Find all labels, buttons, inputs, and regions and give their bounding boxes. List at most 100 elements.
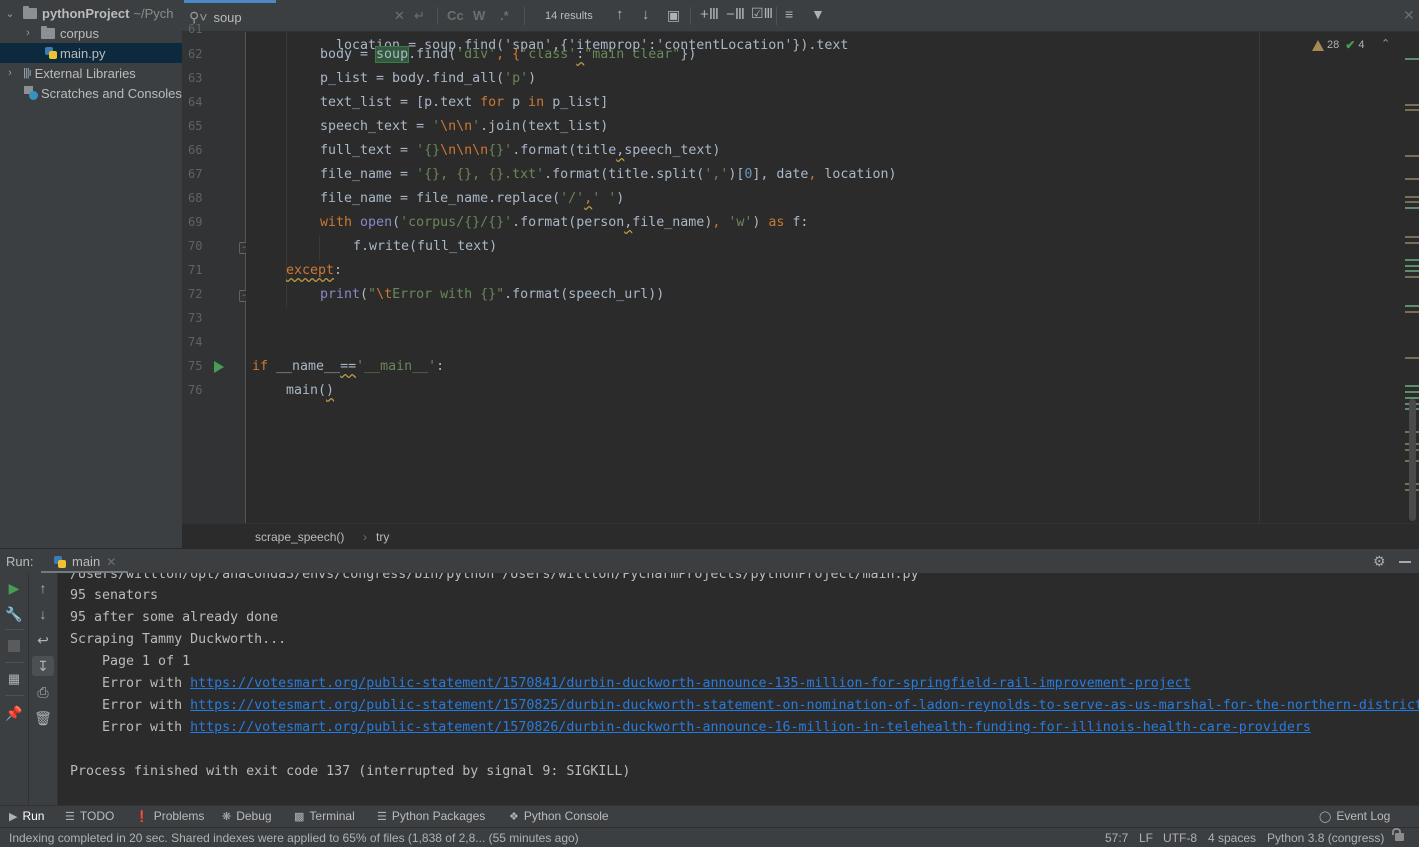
stripe-mark[interactable]: [1405, 311, 1419, 313]
vertical-scrollbar-thumb[interactable]: [1409, 399, 1416, 521]
separator: [437, 7, 438, 25]
error-url-link[interactable]: https://votesmart.org/public-statement/1…: [190, 720, 1311, 735]
stripe-mark[interactable]: [1405, 385, 1419, 387]
tree-item-external-libraries[interactable]: › |||ı External Libraries: [0, 63, 182, 83]
tool-tab-debug[interactable]: ❋ Debug: [222, 809, 272, 823]
active-tab-indicator: [184, 0, 276, 3]
filter-popup-icon[interactable]: ▣: [667, 7, 680, 24]
stripe-mark[interactable]: [1405, 305, 1419, 307]
filter-icon[interactable]: ▼: [811, 6, 825, 22]
stripe-mark[interactable]: [1405, 196, 1419, 198]
run-gutter-icon[interactable]: [214, 361, 224, 373]
layout-icon[interactable]: ▦: [3, 669, 25, 689]
stripe-mark[interactable]: [1405, 357, 1419, 359]
lock-icon[interactable]: [1392, 828, 1404, 841]
rerun-icon[interactable]: ▶: [3, 578, 25, 598]
previous-occurrence-icon[interactable]: ↑: [616, 6, 624, 23]
search-input[interactable]: [213, 9, 394, 25]
wrench-icon[interactable]: 🔧: [3, 604, 25, 624]
gear-icon[interactable]: ⚙: [1373, 553, 1386, 570]
line-number: 72: [188, 287, 203, 301]
console-error-line: Error with https://votesmart.org/public-…: [70, 676, 1191, 691]
stripe-mark[interactable]: [1405, 276, 1419, 278]
code-line-64: text_list = [p.text for p in p_list]: [320, 95, 609, 110]
tree-item-corpus[interactable]: › corpus: [0, 23, 182, 43]
clear-search-icon[interactable]: ✕: [394, 8, 405, 24]
scroll-to-end-icon[interactable]: ↧: [32, 656, 54, 676]
tree-item-main-py[interactable]: main.py: [0, 43, 182, 63]
run-console-output[interactable]: /Users/wiltton/opt/anaconda3/envs/congre…: [58, 573, 1419, 805]
tool-tab-python-packages[interactable]: ☰ Python Packages: [377, 809, 485, 823]
tool-tab-problems[interactable]: ❗ Problems: [135, 809, 204, 823]
tool-tab-python-console[interactable]: ❖ Python Console: [509, 809, 609, 823]
stripe-mark[interactable]: [1405, 265, 1419, 267]
add-selection-icon[interactable]: +Ⅲ: [700, 5, 719, 23]
error-url-link[interactable]: https://votesmart.org/public-statement/1…: [190, 676, 1191, 691]
stripe-mark[interactable]: [1405, 270, 1419, 272]
scroll-up-icon[interactable]: ↑: [32, 578, 54, 598]
separator: [776, 7, 777, 25]
project-tool-window: ⌄ pythonProject ~/Pych › corpus main.py …: [0, 0, 182, 548]
file-encoding[interactable]: UTF-8: [1163, 831, 1197, 845]
line-number: 70: [188, 239, 203, 253]
regex-toggle[interactable]: .*: [500, 8, 509, 23]
new-line-icon[interactable]: ↵: [414, 8, 425, 24]
chevron-right-icon[interactable]: ›: [21, 27, 35, 39]
remove-selection-icon[interactable]: −Ⅲ: [726, 5, 745, 23]
pin-icon[interactable]: 📌: [3, 703, 25, 723]
error-url-link[interactable]: https://votesmart.org/public-statement/1…: [190, 698, 1419, 713]
stripe-mark[interactable]: [1405, 58, 1419, 60]
line-separator[interactable]: LF: [1139, 831, 1153, 845]
stripe-mark[interactable]: [1405, 201, 1419, 203]
breadcrumb-item[interactable]: try: [376, 530, 389, 544]
tool-tab-todo[interactable]: ☰ TODO: [65, 809, 114, 823]
inspection-widget[interactable]: 28 ✔ 4: [1312, 38, 1364, 52]
tool-tab-run[interactable]: ▶ Run: [9, 809, 44, 823]
close-tab-icon[interactable]: ✕: [106, 555, 116, 569]
trash-icon[interactable]: 🗑: [32, 708, 54, 728]
indent-setting[interactable]: 4 spaces: [1208, 831, 1256, 845]
in-selection-icon[interactable]: ≡: [785, 6, 793, 22]
print-icon[interactable]: ⎙: [32, 682, 54, 702]
tool-window-bar: ▶ Run ☰ TODO ❗ Problems ❋ Debug ▩ Terminal ☰ P…: [0, 805, 1419, 827]
status-message[interactable]: Indexing completed in 20 sec. Shared ind…: [9, 831, 579, 845]
line-number: 76: [188, 383, 203, 397]
hide-panel-icon[interactable]: [1399, 561, 1411, 563]
next-occurrence-icon[interactable]: ↓: [642, 6, 650, 23]
chevron-right-icon[interactable]: ›: [3, 67, 17, 79]
tool-tab-terminal[interactable]: ▩ Terminal: [294, 809, 355, 823]
stripe-mark[interactable]: [1405, 155, 1419, 157]
code-line-69: with open('corpus/{}/{}'.format(person,f…: [320, 215, 809, 230]
search-field[interactable]: ⚲˅: [182, 4, 522, 30]
tree-item-scratches[interactable]: Scratches and Consoles: [0, 83, 182, 103]
caret-position[interactable]: 57:7: [1105, 831, 1128, 845]
python-interpreter[interactable]: Python 3.8 (congress): [1267, 831, 1384, 845]
stripe-mark[interactable]: [1405, 109, 1419, 111]
select-all-occurrences-icon[interactable]: ☑Ⅲ: [751, 5, 773, 22]
stripe-mark[interactable]: [1405, 207, 1419, 209]
tree-root-pythonproject[interactable]: ⌄ pythonProject ~/Pych: [0, 3, 182, 23]
code-line-70: f.write(full_text): [353, 239, 498, 254]
previous-highlight-icon[interactable]: ⌃: [1381, 37, 1390, 50]
stop-icon[interactable]: [8, 640, 20, 652]
breadcrumb-item[interactable]: scrape_speech(): [255, 530, 344, 544]
words-toggle[interactable]: W: [473, 8, 485, 23]
stripe-mark[interactable]: [1405, 242, 1419, 244]
project-path: ~/Pych: [133, 5, 174, 21]
typo-check-icon: ✔: [1345, 38, 1356, 52]
close-search-icon[interactable]: ✕: [1403, 7, 1415, 24]
stripe-mark[interactable]: [1405, 178, 1419, 180]
match-case-toggle[interactable]: Cc: [447, 8, 464, 23]
find-bar: ⚲˅ ✕ ↵ Cc W .* 14 results ↑ ↓ ▣ +Ⅲ −Ⅲ ☑Ⅲ…: [182, 0, 1419, 32]
stripe-mark[interactable]: [1405, 104, 1419, 106]
chevron-down-icon[interactable]: ⌄: [3, 7, 17, 20]
search-results-count: 14 results: [545, 10, 593, 22]
stripe-mark[interactable]: [1405, 391, 1419, 393]
typos-count: 4: [1358, 39, 1365, 51]
soft-wrap-icon[interactable]: ↩: [32, 630, 54, 650]
tool-tab-event-log[interactable]: ◯ Event Log: [1319, 809, 1390, 823]
stripe-mark[interactable]: [1405, 236, 1419, 238]
stripe-mark[interactable]: [1405, 259, 1419, 261]
console-line: Page 1 of 1: [70, 654, 191, 669]
scroll-down-icon[interactable]: ↓: [32, 604, 54, 624]
